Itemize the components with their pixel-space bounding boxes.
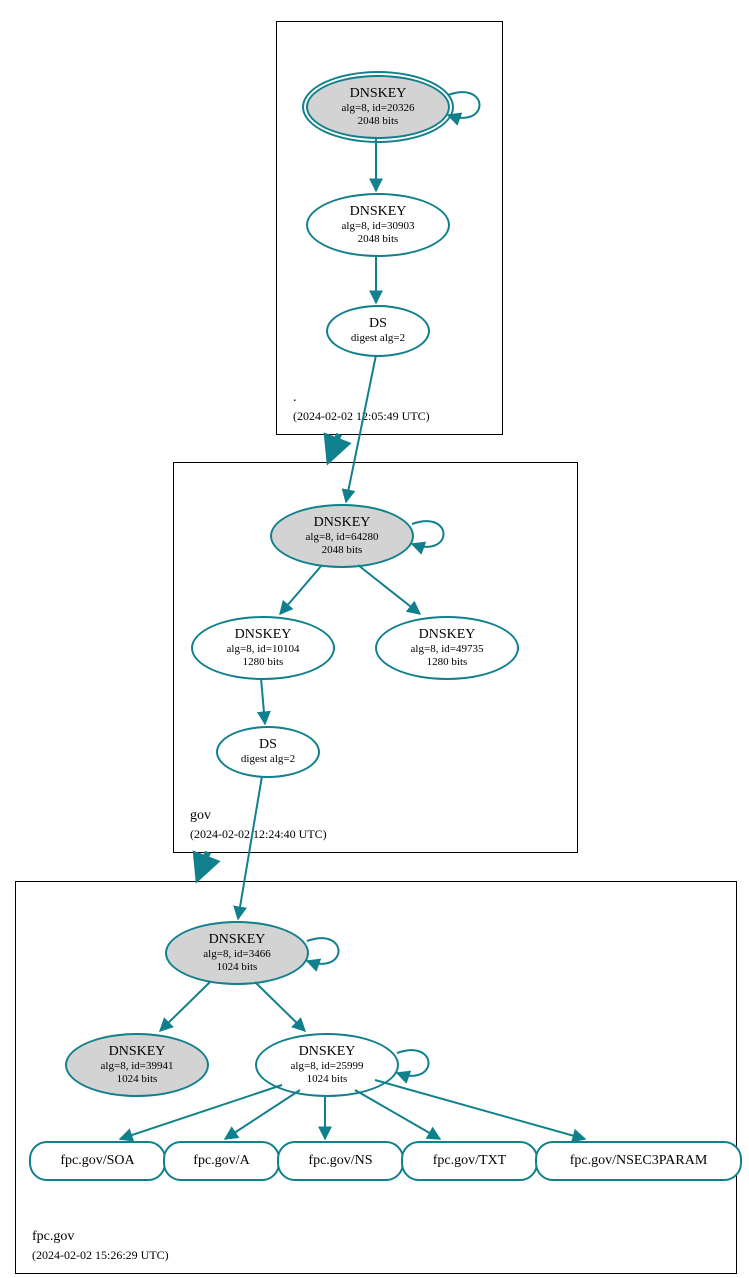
root-ksk-dnskey: DNSKEY alg=8, id=20326 2048 bits (306, 75, 450, 139)
node-sub: 1280 bits (427, 656, 468, 669)
node-sub: 2048 bits (358, 233, 399, 246)
root-zsk-dnskey: DNSKEY alg=8, id=30903 2048 bits (306, 193, 450, 257)
node-sub: alg=8, id=20326 (342, 102, 415, 115)
zone-gov-label: gov (190, 808, 211, 824)
node-sub: 1024 bits (117, 1073, 158, 1086)
rr-a: fpc.gov/A (163, 1141, 280, 1181)
node-title: DNSKEY (314, 515, 371, 531)
gov-zsk1-dnskey: DNSKEY alg=8, id=10104 1280 bits (191, 616, 335, 680)
node-sub: 2048 bits (322, 544, 363, 557)
node-sub: 1280 bits (243, 656, 284, 669)
node-sub: 2048 bits (358, 115, 399, 128)
root-ds: DS digest alg=2 (326, 305, 430, 357)
gov-zsk2-dnskey: DNSKEY alg=8, id=49735 1280 bits (375, 616, 519, 680)
rr-soa: fpc.gov/SOA (29, 1141, 166, 1181)
node-sub: 1024 bits (217, 961, 258, 974)
node-sub: digest alg=2 (241, 753, 295, 766)
node-sub: digest alg=2 (351, 332, 405, 345)
fpc-zsk-dnskey: DNSKEY alg=8, id=25999 1024 bits (255, 1033, 399, 1097)
zone-root-label: . (293, 390, 297, 406)
node-sub: alg=8, id=25999 (291, 1060, 364, 1073)
zone-root-timestamp: (2024-02-02 12:05:49 UTC) (293, 409, 430, 424)
node-title: DNSKEY (419, 627, 476, 643)
node-sub: alg=8, id=30903 (342, 220, 415, 233)
gov-ksk-dnskey: DNSKEY alg=8, id=64280 2048 bits (270, 504, 414, 568)
node-title: DS (259, 737, 277, 753)
node-title: DNSKEY (350, 86, 407, 102)
node-sub: alg=8, id=3466 (203, 948, 270, 961)
fpc-sep-dnskey: DNSKEY alg=8, id=39941 1024 bits (65, 1033, 209, 1097)
node-sub: alg=8, id=64280 (306, 531, 379, 544)
zone-gov-timestamp: (2024-02-02 12:24:40 UTC) (190, 827, 327, 842)
node-title: DS (369, 316, 387, 332)
rr-ns: fpc.gov/NS (277, 1141, 404, 1181)
node-title: DNSKEY (350, 204, 407, 220)
gov-ds: DS digest alg=2 (216, 726, 320, 778)
fpc-ksk-dnskey: DNSKEY alg=8, id=3466 1024 bits (165, 921, 309, 985)
node-title: DNSKEY (209, 932, 266, 948)
node-title: DNSKEY (109, 1044, 166, 1060)
node-sub: alg=8, id=10104 (227, 643, 300, 656)
node-sub: alg=8, id=49735 (411, 643, 484, 656)
rr-txt: fpc.gov/TXT (401, 1141, 538, 1181)
node-sub: 1024 bits (307, 1073, 348, 1086)
zone-fpc-timestamp: (2024-02-02 15:26:29 UTC) (32, 1248, 169, 1263)
node-title: DNSKEY (235, 627, 292, 643)
zone-fpc-label: fpc.gov (32, 1229, 74, 1245)
node-sub: alg=8, id=39941 (101, 1060, 174, 1073)
node-title: DNSKEY (299, 1044, 356, 1060)
rr-nsec3: fpc.gov/NSEC3PARAM (535, 1141, 742, 1181)
